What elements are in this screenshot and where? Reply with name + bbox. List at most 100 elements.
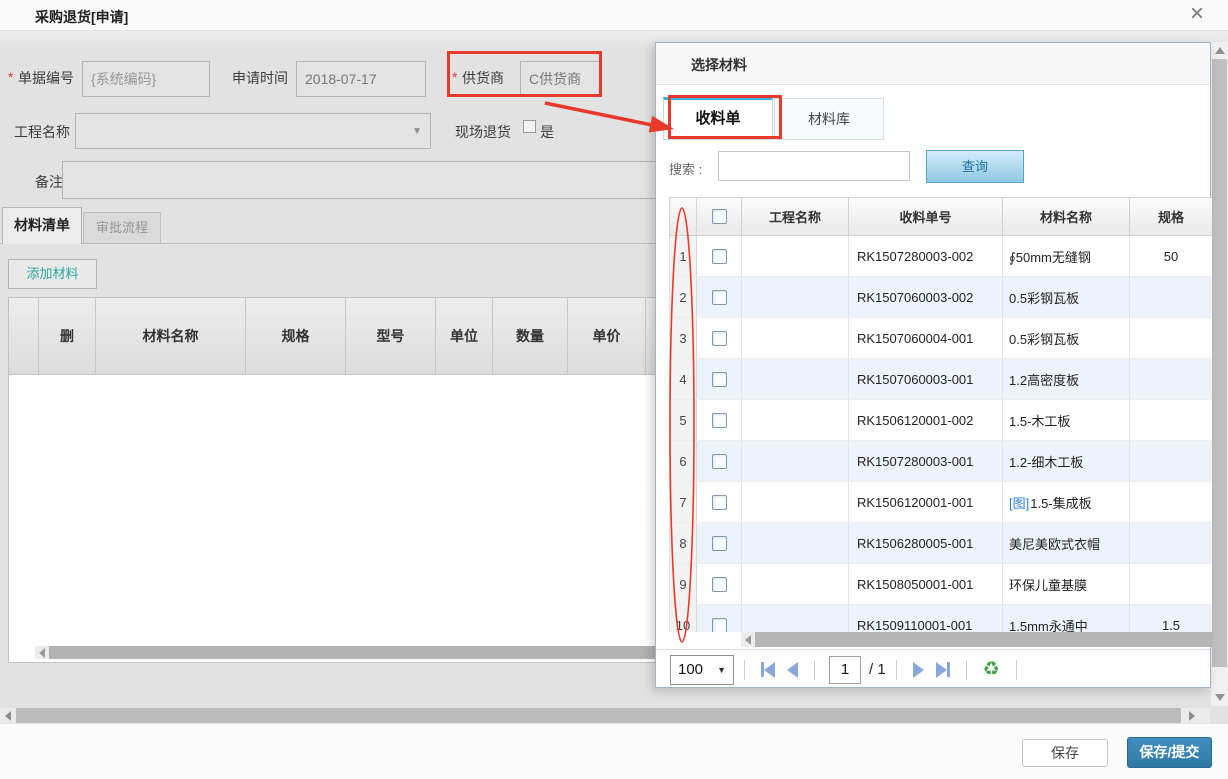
header-material-name: 材料名称	[96, 298, 246, 374]
table-row[interactable]: 10 RK1509110001-001 1.5mm永通中 1.5	[670, 605, 1212, 632]
scroll-up-icon[interactable]	[1215, 47, 1225, 54]
tab-material-list[interactable]: 材料清单	[2, 207, 82, 244]
scroll-left-icon[interactable]	[39, 648, 45, 658]
vscroll-thumb[interactable]	[1212, 59, 1227, 667]
receipt-no-cell: RK1506120001-001	[849, 482, 1003, 522]
refresh-icon[interactable]: ♻	[983, 660, 1000, 680]
table-row[interactable]: 2 RK1507060003-002 0.5彩钢瓦板	[670, 277, 1212, 318]
header-qty: 数量	[493, 298, 568, 374]
page-hscrollbar[interactable]	[0, 708, 1210, 723]
prev-page-button[interactable]	[787, 662, 798, 678]
receipt-no-cell: RK1507060004-001	[849, 318, 1003, 358]
dialog-tab-receipt[interactable]: 收料单	[663, 97, 773, 140]
spec-cell	[1130, 400, 1212, 440]
supplier-input[interactable]	[520, 61, 602, 97]
chevron-down-icon[interactable]: ▼	[412, 126, 422, 137]
row-checkbox[interactable]	[712, 413, 727, 428]
project-cell	[742, 318, 849, 358]
hscroll-thumb[interactable]	[755, 632, 1212, 647]
page-vscrollbar[interactable]	[1211, 42, 1228, 706]
rownum-cell: 2	[670, 277, 697, 317]
dialog-tab-library[interactable]: 材料库	[774, 98, 884, 140]
checkbox-cell	[697, 564, 742, 604]
material-cell: 1.5-木工板	[1003, 400, 1130, 440]
row-checkbox[interactable]	[712, 331, 727, 346]
receipt-no-cell: RK1507280003-001	[849, 441, 1003, 481]
divider	[814, 660, 815, 680]
project-cell	[742, 482, 849, 522]
project-cell	[742, 359, 849, 399]
apply-time-label: 申请时间	[232, 68, 288, 88]
page-size-select[interactable]: 100 ▼	[670, 655, 734, 685]
save-submit-button[interactable]: 保存/提交	[1127, 737, 1212, 768]
hscroll-thumb[interactable]	[16, 708, 1181, 723]
header-project-name: 工程名称	[742, 198, 849, 235]
image-link[interactable]: [图]	[1009, 493, 1029, 512]
spec-cell	[1130, 441, 1212, 481]
row-checkbox[interactable]	[712, 577, 727, 592]
last-page-button[interactable]	[936, 662, 950, 678]
divider	[896, 660, 897, 680]
window-titlebar	[0, 0, 1228, 31]
doc-no-input[interactable]	[82, 61, 210, 97]
spec-cell	[1130, 318, 1212, 358]
spec-cell	[1130, 482, 1212, 522]
search-input[interactable]	[718, 151, 910, 181]
dialog-table-hscrollbar[interactable]	[741, 632, 1212, 647]
row-checkbox[interactable]	[712, 290, 727, 305]
project-cell	[742, 236, 849, 276]
rownum-cell: 8	[670, 523, 697, 563]
scroll-down-icon[interactable]	[1215, 694, 1225, 701]
add-material-button[interactable]: 添加材料	[8, 259, 97, 289]
table-row[interactable]: 9 RK1508050001-001 环保儿童基膜	[670, 564, 1212, 605]
header-unit: 单位	[436, 298, 493, 374]
receipt-no-cell: RK1506120001-002	[849, 400, 1003, 440]
material-cell: 1.2-细木工板	[1003, 441, 1130, 481]
project-cell	[742, 400, 849, 440]
table-row[interactable]: 1 RK1507280003-002 ∮50mm无缝钢 50	[670, 236, 1212, 277]
window-title: 采购退货[申请]	[35, 7, 128, 27]
row-checkbox[interactable]	[712, 536, 727, 551]
material-cell: 环保儿童基膜	[1003, 564, 1130, 604]
select-all-checkbox[interactable]	[712, 209, 727, 224]
next-page-button[interactable]	[913, 662, 924, 678]
header-blank	[9, 298, 39, 374]
scroll-right-icon[interactable]	[1189, 711, 1195, 721]
row-checkbox[interactable]	[712, 495, 727, 510]
table-row[interactable]: 5 RK1506120001-002 1.5-木工板	[670, 400, 1212, 441]
query-button[interactable]: 查询	[926, 150, 1024, 183]
header-receipt-no: 收料单号	[849, 198, 1003, 235]
row-checkbox[interactable]	[712, 249, 727, 264]
first-page-button[interactable]	[761, 662, 775, 678]
scroll-left-icon[interactable]	[745, 635, 751, 645]
material-cell: 美尼美欧式衣帽	[1003, 523, 1130, 563]
page-number-input[interactable]	[829, 656, 861, 684]
row-checkbox[interactable]	[712, 618, 727, 633]
checkbox-cell	[697, 400, 742, 440]
header-spec: 规格	[246, 298, 346, 374]
rownum-cell: 4	[670, 359, 697, 399]
table-row[interactable]: 6 RK1507280003-001 1.2-细木工板	[670, 441, 1212, 482]
row-checkbox[interactable]	[712, 454, 727, 469]
page-size-value: 100	[678, 661, 703, 678]
table-row[interactable]: 4 RK1507060003-001 1.2高密度板	[670, 359, 1212, 400]
table-row[interactable]: 8 RK1506280005-001 美尼美欧式衣帽	[670, 523, 1212, 564]
table-row[interactable]: 7 RK1506120001-001 [图]1.5-集成板	[670, 482, 1212, 523]
apply-time-input[interactable]	[296, 61, 426, 97]
tab-approval-flow[interactable]: 审批流程	[83, 212, 161, 244]
row-checkbox[interactable]	[712, 372, 727, 387]
save-button[interactable]: 保存	[1022, 739, 1108, 767]
spec-cell	[1130, 277, 1212, 317]
table-row[interactable]: 3 RK1507060004-001 0.5彩钢瓦板	[670, 318, 1212, 359]
project-combobox[interactable]: ▼	[75, 113, 431, 149]
rownum-cell: 5	[670, 400, 697, 440]
chevron-down-icon: ▼	[717, 665, 726, 675]
close-icon[interactable]: ×	[1190, 1, 1204, 27]
checkbox-cell	[697, 236, 742, 276]
receipt-no-cell: RK1506280005-001	[849, 523, 1003, 563]
onsite-return-checkbox[interactable]	[523, 120, 536, 133]
screen: 采购退货[申请] × * 单据编号 申请时间 * 供货商 工程名称 ▼ 现场退货…	[0, 0, 1228, 778]
material-cell: 1.5mm永通中	[1003, 605, 1130, 632]
material-cell: ∮50mm无缝钢	[1003, 236, 1130, 276]
scroll-left-icon[interactable]	[5, 711, 11, 721]
